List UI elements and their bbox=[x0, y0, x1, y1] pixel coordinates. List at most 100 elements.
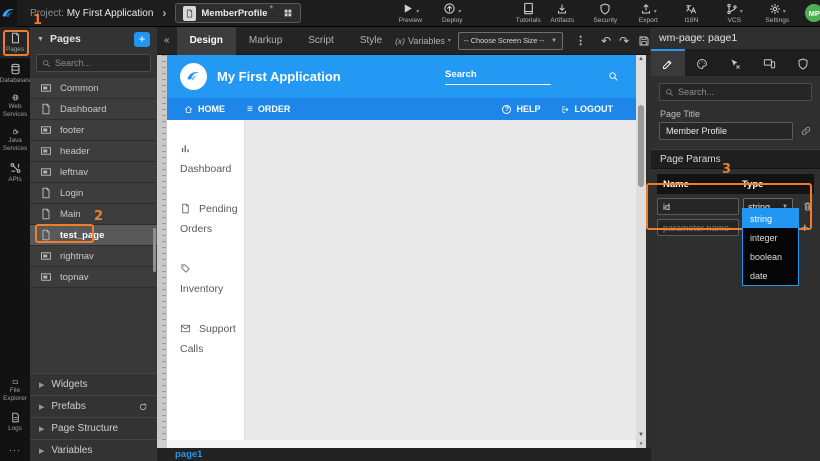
inspector-search-input[interactable] bbox=[678, 87, 798, 97]
kebab-menu-icon[interactable]: ⋮ bbox=[575, 34, 586, 47]
preview-button[interactable]: ▾ Preview bbox=[393, 2, 427, 24]
rail-item-file-explorer[interactable]: File Explorer bbox=[0, 374, 30, 407]
vcs-button[interactable]: ▾ VCS bbox=[717, 3, 751, 24]
page-item-header[interactable]: header bbox=[30, 141, 157, 162]
canvas-vertical-scrollbar[interactable]: ▲ ▼ bbox=[636, 55, 646, 440]
rail-item-java-services[interactable]: Java Services bbox=[0, 123, 30, 157]
tab-design[interactable]: Design bbox=[177, 27, 236, 55]
annotation-step-2: 2 bbox=[94, 209, 103, 224]
branch-icon bbox=[726, 3, 738, 15]
deploy-button[interactable]: ▾ Deploy bbox=[435, 2, 469, 24]
page-item-topnav[interactable]: topnav bbox=[30, 267, 157, 288]
rail-item-pages[interactable]: Pages bbox=[0, 27, 30, 58]
settings-button[interactable]: ▾ Settings bbox=[760, 3, 794, 24]
app-search-input[interactable]: Search bbox=[445, 68, 551, 85]
section-variables[interactable]: ▶Variables bbox=[30, 439, 157, 461]
save-button[interactable] bbox=[638, 35, 650, 47]
scrollbar-corner bbox=[157, 440, 167, 448]
add-param-icon[interactable]: + bbox=[801, 221, 809, 234]
section-prefabs[interactable]: ▶Prefabs bbox=[30, 395, 157, 417]
active-page-link[interactable]: page1 bbox=[175, 449, 202, 460]
page-item-rightnav[interactable]: rightnav bbox=[30, 246, 157, 267]
topbar-right-actions: Artifacts Security ▾ Export I18N ▾ VCS ▾… bbox=[545, 3, 820, 24]
partial-page-icon bbox=[40, 145, 52, 157]
tutorials-button[interactable]: Tutorials bbox=[511, 2, 545, 24]
page-item-test-page[interactable]: test_page bbox=[30, 225, 157, 246]
menu-item-order[interactable]: ≡ORDER bbox=[247, 104, 290, 115]
tab-style[interactable]: Style bbox=[347, 27, 395, 55]
topbar: Project: My First Application › MemberPr… bbox=[0, 0, 820, 27]
pages-search-input[interactable] bbox=[55, 58, 141, 68]
screen-size-select[interactable]: -- Choose Screen Size --▼ bbox=[458, 32, 563, 50]
tab-properties[interactable] bbox=[651, 49, 685, 76]
page-item-dashboard[interactable]: Dashboard bbox=[30, 99, 157, 120]
redo-button[interactable]: ↷ bbox=[619, 35, 629, 47]
rail-item-databases[interactable]: Databases bbox=[0, 58, 30, 89]
partial-page-icon bbox=[40, 166, 52, 178]
rail-item-web-services[interactable]: Web Services bbox=[0, 89, 30, 123]
variables-button[interactable]: (x)Variables▾ bbox=[395, 36, 451, 46]
search-icon[interactable] bbox=[608, 71, 619, 82]
nav-item-dashboard[interactable]: Dashboard bbox=[167, 130, 244, 190]
type-option-boolean[interactable]: boolean bbox=[743, 247, 798, 266]
hamburger-icon: ≡ bbox=[247, 104, 253, 115]
nav-item-pending-orders[interactable]: Pending Orders bbox=[167, 190, 244, 250]
palette-icon bbox=[696, 58, 708, 70]
undo-button[interactable]: ↶ bbox=[601, 35, 611, 47]
artifacts-button[interactable]: Artifacts bbox=[545, 3, 579, 24]
rail-more-button[interactable]: ··· bbox=[9, 437, 21, 461]
type-option-string[interactable]: string bbox=[743, 209, 798, 228]
tab-device[interactable] bbox=[752, 49, 786, 76]
app-content-area[interactable] bbox=[245, 120, 636, 440]
home-icon bbox=[184, 105, 193, 114]
i18n-button[interactable]: I18N bbox=[674, 3, 708, 24]
tab-markup[interactable]: Markup bbox=[236, 27, 295, 55]
bind-link-icon[interactable] bbox=[800, 125, 812, 137]
page-item-footer[interactable]: footer bbox=[30, 120, 157, 141]
pages-list-scrollbar[interactable] bbox=[153, 228, 156, 272]
user-avatar[interactable]: MP bbox=[805, 4, 820, 22]
tab-security[interactable] bbox=[786, 49, 820, 76]
tab-script[interactable]: Script bbox=[295, 27, 347, 55]
new-param-name-input[interactable] bbox=[657, 219, 739, 236]
menu-item-logout[interactable]: LOGOUT bbox=[561, 104, 614, 114]
file-tab-label: MemberProfile bbox=[201, 8, 267, 19]
menu-item-help[interactable]: ?HELP bbox=[502, 104, 540, 114]
tab-styles[interactable] bbox=[685, 49, 719, 76]
file-tab-memberprofile[interactable]: MemberProfile * bbox=[175, 3, 301, 23]
column-name: Name bbox=[663, 179, 742, 190]
page-item-login[interactable]: Login bbox=[30, 183, 157, 204]
section-widgets[interactable]: ▶Widgets bbox=[30, 373, 157, 395]
chevron-down-icon: ▾ bbox=[654, 8, 657, 15]
page-item-leftnav[interactable]: leftnav bbox=[30, 162, 157, 183]
studio-logo-icon[interactable] bbox=[0, 0, 17, 27]
collapse-triangle-icon[interactable]: ▼ bbox=[37, 36, 44, 43]
page-title-input[interactable] bbox=[659, 122, 793, 140]
rail-item-apis[interactable]: APIs bbox=[0, 157, 30, 188]
security-button[interactable]: Security bbox=[588, 3, 622, 24]
page-params-header[interactable]: Page Params bbox=[651, 149, 820, 169]
scroll-down-arrow[interactable]: ▼ bbox=[636, 431, 646, 440]
type-option-date[interactable]: date bbox=[743, 266, 798, 285]
grid-view-icon[interactable] bbox=[283, 8, 293, 18]
section-page-structure[interactable]: ▶Page Structure bbox=[30, 417, 157, 439]
rail-item-logs[interactable]: Logs bbox=[0, 407, 30, 437]
delete-param-icon[interactable] bbox=[802, 201, 813, 212]
page-item-common[interactable]: Common bbox=[30, 78, 157, 99]
scrollbar-thumb[interactable] bbox=[638, 105, 644, 187]
scroll-up-arrow[interactable]: ▲ bbox=[636, 55, 646, 64]
add-page-button[interactable]: + bbox=[134, 32, 150, 47]
menu-item-home[interactable]: HOME bbox=[184, 104, 225, 114]
nav-item-support-calls[interactable]: Support Calls bbox=[167, 310, 244, 370]
tab-events[interactable] bbox=[719, 49, 753, 76]
collapse-panel-icon[interactable]: « bbox=[164, 35, 170, 46]
canvas-ruler bbox=[157, 55, 167, 440]
nav-item-inventory[interactable]: Inventory bbox=[167, 250, 244, 310]
pages-panel-title: Pages bbox=[50, 33, 134, 45]
export-button[interactable]: ▾ Export bbox=[631, 3, 665, 24]
project-breadcrumb: Project: My First Application bbox=[30, 8, 153, 19]
refresh-icon[interactable] bbox=[138, 402, 148, 412]
param-name-input[interactable] bbox=[657, 198, 739, 215]
canvas-horizontal-scrollbar[interactable] bbox=[167, 440, 636, 448]
type-option-integer[interactable]: integer bbox=[743, 228, 798, 247]
